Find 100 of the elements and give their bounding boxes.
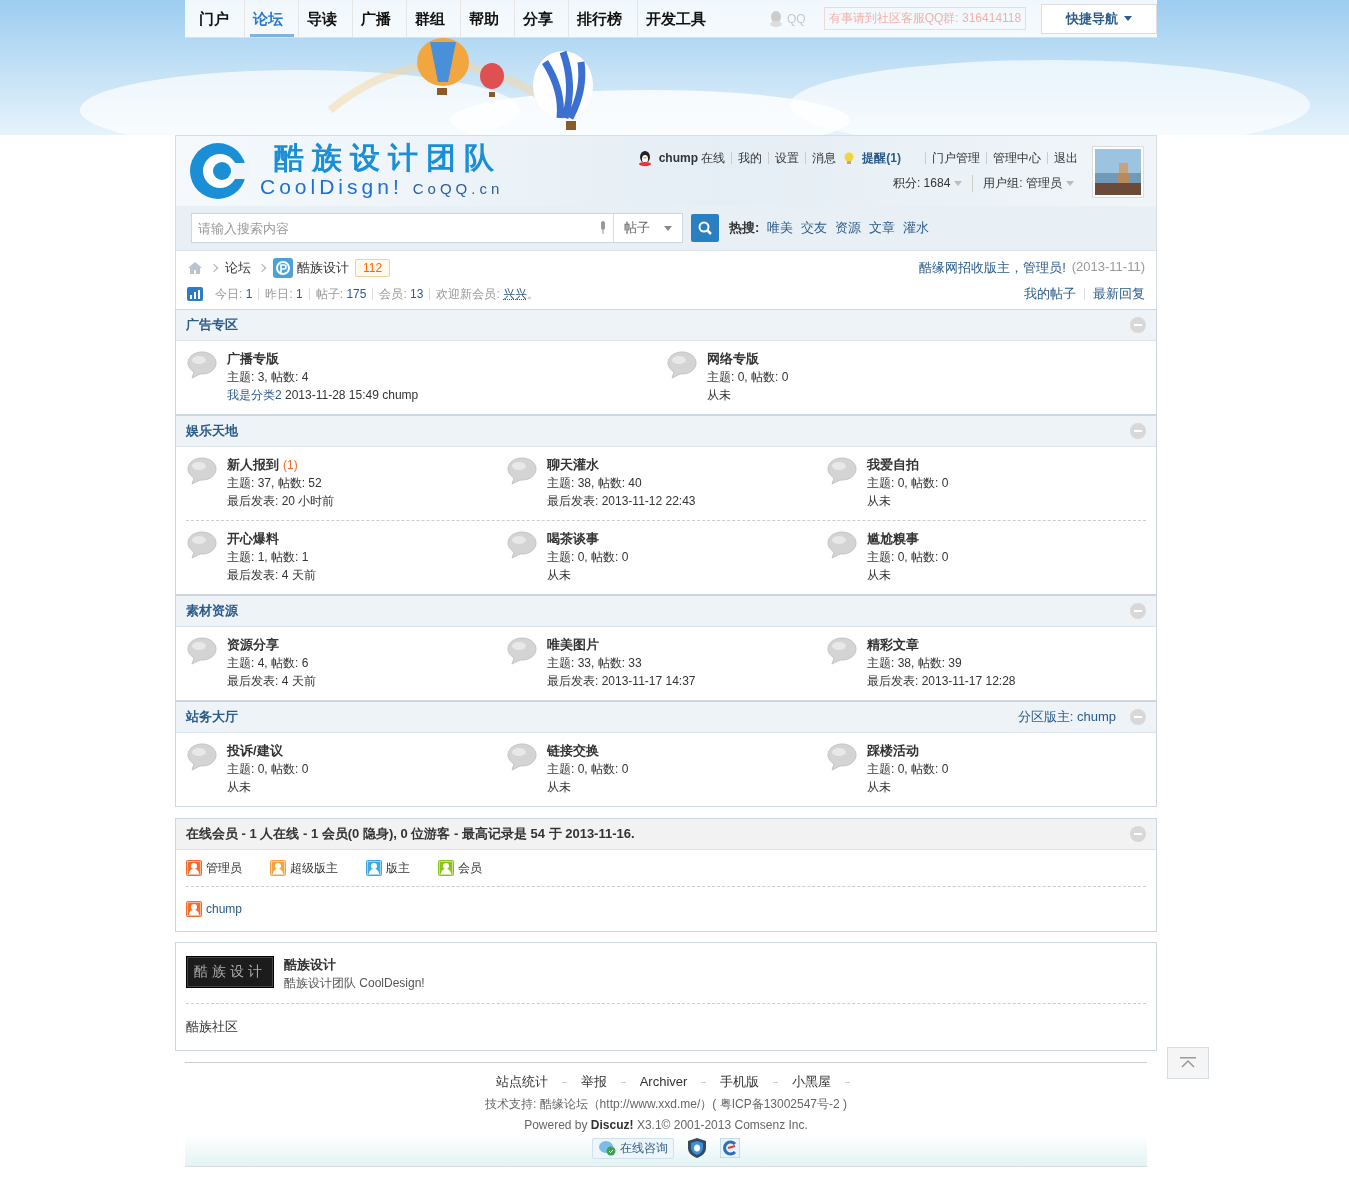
user-link[interactable]: 消息 xyxy=(805,152,843,164)
member-link[interactable]: 兴兴 xyxy=(503,287,528,301)
forum-title[interactable]: 唯美图片 xyxy=(547,637,599,652)
verify-icon[interactable] xyxy=(720,1138,740,1158)
category-title[interactable]: 娱乐天地 xyxy=(186,422,238,440)
last-post-text: 最后发表: 2013-11-17 12:28 xyxy=(867,673,1016,690)
group-link[interactable]: 用户组: 管理员 xyxy=(983,175,1062,192)
footer-link[interactable]: 小黑屋 xyxy=(792,1073,832,1091)
collapse-icon[interactable] xyxy=(1130,603,1146,619)
hot-link[interactable]: 资源 xyxy=(835,219,862,237)
collapse-icon[interactable] xyxy=(1130,423,1146,439)
forum-bubble-icon xyxy=(506,742,538,772)
home-icon[interactable] xyxy=(187,261,203,275)
breadcrumb-link[interactable]: 论坛 xyxy=(225,259,251,277)
forum-title[interactable]: 投诉/建议 xyxy=(227,743,283,758)
collapse-icon[interactable] xyxy=(1130,826,1146,842)
forum-title[interactable]: 开心爆料 xyxy=(227,531,279,546)
search-type-select[interactable]: 帖子 xyxy=(613,214,682,242)
footer-link[interactable]: 手机版 xyxy=(720,1073,760,1091)
search-field[interactable]: 请输入搜索内容 帖子 xyxy=(191,213,683,243)
footer-link[interactable]: 站点统计 xyxy=(495,1073,548,1091)
forum-stats: 主题: 0, 帖数: 0 xyxy=(547,761,629,778)
avatar[interactable] xyxy=(1092,146,1144,198)
search-button[interactable] xyxy=(691,214,719,242)
nav-tab[interactable]: 群组 xyxy=(407,0,461,38)
last-post-text: 最后发表: 4 天前 xyxy=(227,673,316,690)
admin-link[interactable]: 管理中心 xyxy=(986,152,1047,164)
category-title[interactable]: 素材资源 xyxy=(186,602,238,620)
last-post-text: 从未 xyxy=(707,387,732,404)
consult-button[interactable]: 在线咨询 xyxy=(592,1137,674,1159)
category-title[interactable]: 站务大厅 xyxy=(186,708,238,726)
last-post-text: 最后发表: 2013-11-12 22:43 xyxy=(547,493,696,510)
breadcrumb-link[interactable]: 酷族设计 xyxy=(297,259,349,277)
forum-title[interactable]: 广播专版 xyxy=(227,351,279,366)
forum-title[interactable]: 精彩文章 xyxy=(867,637,919,652)
friend-link[interactable]: 酷族社区 xyxy=(186,1018,238,1036)
quick-link[interactable]: 我的帖子 xyxy=(1016,288,1076,300)
user-link[interactable]: 设置 xyxy=(768,152,806,164)
stat-text: 会员: 13 xyxy=(372,288,430,300)
forum-title[interactable]: 喝茶谈事 xyxy=(547,531,599,546)
hot-link[interactable]: 唯美 xyxy=(767,219,794,237)
category-title[interactable]: 广告专区 xyxy=(186,316,238,334)
nav-tab[interactable]: 排行榜 xyxy=(569,0,638,38)
reminder-link[interactable]: 提醒(1) xyxy=(856,152,907,164)
today-count: (1) xyxy=(283,458,298,472)
chart-icon xyxy=(187,287,203,301)
forum-title[interactable]: 我爱自拍 xyxy=(867,457,919,472)
last-post-text: 从未 xyxy=(227,779,252,796)
forum-title[interactable]: 网络专版 xyxy=(707,351,759,366)
nav-tab[interactable]: 开发工具 xyxy=(638,0,721,38)
online-title: 在线会员 - 1 人在线 - 1 会员(0 隐身), 0 位游客 - 最高记录是 54 于 2013-11-16. xyxy=(186,825,635,843)
collapse-icon[interactable] xyxy=(1130,709,1146,725)
footer-link[interactable]: Archiver xyxy=(639,1073,688,1091)
quick-link[interactable]: 最新回复 xyxy=(1084,288,1145,300)
forum-title[interactable]: 聊天灌水 xyxy=(547,457,599,472)
admin-link[interactable]: 门户管理 xyxy=(925,152,986,164)
user-link[interactable]: 我的 xyxy=(731,152,769,164)
friend-logo[interactable]: 酷族设计 xyxy=(186,956,274,988)
logo-subtitle: CoolDisgn! xyxy=(260,175,403,199)
hot-link[interactable]: 灌水 xyxy=(903,219,930,237)
forum-title[interactable]: 尴尬糗事 xyxy=(867,531,919,546)
forum-title[interactable]: 链接交换 xyxy=(547,743,599,758)
stat-text: 今日: 1 xyxy=(214,288,254,300)
nav-tab[interactable]: 广播 xyxy=(353,0,407,38)
nav-tab[interactable]: 帮助 xyxy=(461,0,515,38)
forum-stats: 主题: 38, 帖数: 39 xyxy=(867,655,963,672)
legend-label: 会员 xyxy=(458,859,482,877)
nav-tab[interactable]: 导读 xyxy=(299,0,353,38)
admin-link[interactable]: 退出 xyxy=(1047,152,1084,164)
stat-text: 帖子: 175 xyxy=(308,288,373,300)
nav-tab[interactable]: 分享 xyxy=(515,0,569,38)
forum-bubble-icon xyxy=(186,742,218,772)
notice-link[interactable]: 酷缘网招收版主，管理员! xyxy=(919,259,1066,277)
forum-bubble-icon xyxy=(186,530,218,560)
forum-title[interactable]: 资源分享 xyxy=(227,637,279,652)
back-to-top-button[interactable] xyxy=(1167,1047,1209,1079)
forum-title[interactable]: 新人报到 xyxy=(227,457,279,472)
shield-icon[interactable] xyxy=(688,1138,706,1158)
legend-label: 超级版主 xyxy=(290,859,338,877)
points-link[interactable]: 积分: 1684 xyxy=(892,175,951,192)
forum-title[interactable]: 踩楼活动 xyxy=(867,743,919,758)
footer-link[interactable]: 举报 xyxy=(580,1073,607,1091)
last-post-text: 从未 xyxy=(867,567,892,584)
forum-stats: 主题: 38, 帖数: 40 xyxy=(547,475,643,492)
member-link[interactable]: chump xyxy=(206,902,243,916)
forum-icon xyxy=(273,258,293,278)
user-status[interactable]: chump 在线 xyxy=(652,152,732,164)
forum-stats: 主题: 0, 帖数: 0 xyxy=(867,475,949,492)
powered-text: Powered by Discuz! X3.1© 2001-2013 Comsenz Inc. xyxy=(523,1117,809,1134)
forum-stats: 主题: 0, 帖数: 0 xyxy=(547,549,629,566)
thread-link[interactable]: 我是分类2 xyxy=(227,388,282,402)
quick-nav-button[interactable]: 快捷导航 xyxy=(1041,3,1157,34)
caret-icon xyxy=(1124,16,1132,21)
microphone-icon[interactable] xyxy=(599,221,607,235)
forum-stats: 主题: 37, 帖数: 52 xyxy=(227,475,323,492)
friend-name[interactable]: 酷族设计 xyxy=(284,956,425,974)
hot-link[interactable]: 文章 xyxy=(869,219,896,237)
hot-link[interactable]: 交友 xyxy=(801,219,828,237)
collapse-icon[interactable] xyxy=(1130,317,1146,333)
chat-icon xyxy=(598,1140,616,1156)
